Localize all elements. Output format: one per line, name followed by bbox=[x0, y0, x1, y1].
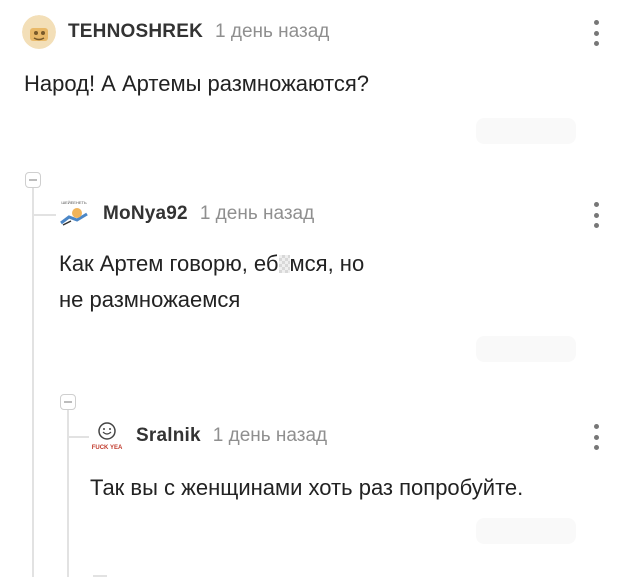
comment-username[interactable]: TEHNOSHREK bbox=[68, 21, 203, 43]
svg-text:ШЕЙЕЕНЕТЬ: ШЕЙЕЕНЕТЬ bbox=[61, 200, 87, 205]
comment-text: Народ! А Артемы размножаются? bbox=[24, 66, 622, 102]
comment-body: Так вы с женщинами хоть раз попробуйте. bbox=[90, 475, 524, 500]
collapse-thread-button-1[interactable] bbox=[25, 172, 41, 188]
comment-header: FUCK YEA Sralnik 1 день назад bbox=[90, 418, 630, 454]
more-vertical-icon bbox=[593, 223, 599, 228]
ghost-bar bbox=[476, 118, 576, 144]
comment: FUCK YEA Sralnik 1 день назад Так вы с ж… bbox=[90, 418, 630, 506]
more-vertical-icon bbox=[593, 41, 599, 46]
comment-username[interactable]: MoNya92 bbox=[103, 203, 188, 225]
comment-body-part: мся, но bbox=[289, 251, 365, 276]
thread-line-level-2 bbox=[67, 406, 69, 577]
comment-header: TEHNOSHREK 1 день назад bbox=[22, 14, 622, 50]
more-options-button[interactable] bbox=[584, 16, 608, 50]
comment-timestamp: 1 день назад bbox=[215, 21, 330, 42]
comment-text: Как Артем говорю, еб мся, но не размножае… bbox=[59, 246, 617, 318]
comment-body-part: Как Артем говорю, еб bbox=[59, 251, 279, 276]
comment-text: Так вы с женщинами хоть раз попробуйте. bbox=[90, 470, 630, 506]
user-avatar[interactable] bbox=[22, 15, 56, 49]
collapse-thread-button-2[interactable] bbox=[60, 394, 76, 410]
comment-body: Народ! А Артемы размножаются? bbox=[24, 71, 370, 96]
more-vertical-icon bbox=[593, 20, 599, 25]
ghost-bar bbox=[476, 518, 576, 544]
more-options-button[interactable] bbox=[584, 420, 608, 454]
comment: TEHNOSHREK 1 день назад Народ! А Артемы … bbox=[22, 14, 622, 102]
more-vertical-icon bbox=[593, 424, 599, 429]
more-options-button[interactable] bbox=[584, 198, 608, 232]
comment-body-line: не размножаемся bbox=[59, 287, 241, 312]
more-vertical-icon bbox=[593, 434, 599, 440]
thread-line-level-1 bbox=[32, 186, 34, 577]
svg-text:FUCK YEA: FUCK YEA bbox=[92, 445, 123, 451]
comment: ШЕЙЕЕНЕТЬ MoNya92 1 день назад Как Артем… bbox=[57, 196, 617, 318]
comment-timestamp: 1 день назад bbox=[199, 203, 315, 224]
comment-timestamp: 1 день назад bbox=[212, 425, 328, 446]
more-vertical-icon bbox=[593, 30, 599, 36]
comment-body-line: Как Артем говорю, еб мся, но bbox=[59, 246, 617, 282]
user-avatar[interactable]: ШЕЙЕЕНЕТЬ bbox=[57, 197, 91, 231]
ghost-bar bbox=[476, 336, 576, 362]
censored-letter bbox=[278, 255, 290, 273]
more-vertical-icon bbox=[593, 212, 599, 218]
more-vertical-icon bbox=[593, 445, 599, 450]
more-vertical-icon bbox=[593, 202, 599, 207]
thread-branch-1 bbox=[32, 214, 56, 216]
user-avatar[interactable]: FUCK YEA bbox=[90, 419, 124, 453]
comment-header: ШЕЙЕЕНЕТЬ MoNya92 1 день назад bbox=[57, 196, 617, 232]
thread-branch-2 bbox=[67, 436, 89, 438]
comment-username[interactable]: Sralnik bbox=[136, 425, 201, 447]
